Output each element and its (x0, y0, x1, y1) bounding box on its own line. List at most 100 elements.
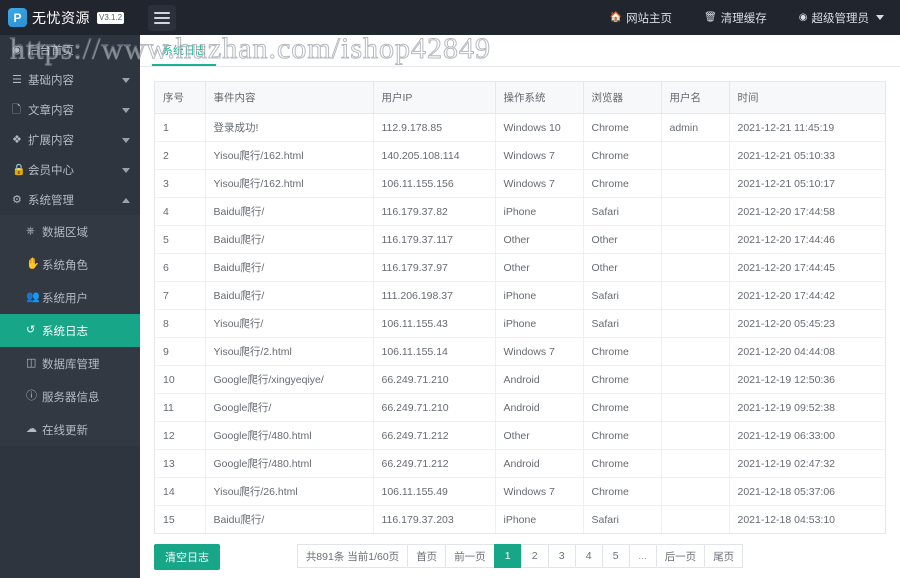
sidebar-item-article-content[interactable]: 🗋 文章内容 (0, 95, 140, 125)
sidebar-item-system-log[interactable]: ↺ 系统日志 (0, 314, 140, 347)
cell-index: 10 (155, 365, 206, 394)
chevron-up-icon (122, 197, 130, 203)
cell-username (661, 337, 730, 366)
cell-username (661, 225, 730, 254)
table-row: 10 Google爬行/xingyeqiye/66.249.71.210 Andro… (155, 365, 885, 394)
cell-event: Yisou爬行/2.html (205, 337, 374, 366)
user-circle-icon: ◉ (798, 11, 808, 23)
cell-event: Baidu爬行/ (205, 197, 374, 226)
pagination-page-4[interactable]: 4 (574, 544, 602, 568)
pagination-page-5[interactable]: 5 (601, 544, 629, 568)
chevron-down-icon (876, 15, 884, 20)
cell-os: Windows 10 (495, 113, 584, 142)
sidebar-item-database-management[interactable]: ◫ 数据库管理 (0, 347, 140, 380)
gear-icon: ⚙ (12, 193, 22, 206)
sidebar-submenu-system: ⎈ 数据区域 ✋ 系统角色 👥 系统用户 ↺ 系统日志 ◫ 数据库管理 ⓘ 服务… (0, 215, 140, 446)
cell-time: 2021-12-19 06:33:00 (729, 421, 885, 450)
sidebar-item-system-user[interactable]: 👥 系统用户 (0, 281, 140, 314)
sidebar-item-data-region[interactable]: ⎈ 数据区域 (0, 215, 140, 248)
table-row: 12 Google爬行/480.html 66.249.71.212 Other Chr… (155, 421, 885, 450)
cell-ip: 112.9.178.85 (373, 113, 496, 142)
users-icon: 👥 (26, 291, 40, 303)
sidebar-item-member-center[interactable]: 🔒 会员中心 (0, 155, 140, 185)
pagination-last[interactable]: 尾页 (704, 544, 744, 568)
cell-index: 12 (155, 421, 206, 450)
sidebar-item-basic-content[interactable]: ☰ 基础内容 (0, 65, 140, 95)
sidebar-item-extension-content[interactable]: ❖ 扩展内容 (0, 125, 140, 155)
cell-username (661, 169, 730, 198)
table-row: 14 Yisou爬行/26.html 106.11.155.49 Windows 7C… (155, 477, 885, 506)
cloud-icon: ☁ (26, 423, 37, 435)
sidebar-item-basic-content-label: 基础内容 (28, 75, 74, 87)
cell-ip: 116.179.37.97 (373, 253, 496, 282)
cell-index: 7 (155, 281, 206, 310)
pagination-next[interactable]: 后一页 (655, 544, 705, 568)
cell-browser: Chrome (583, 337, 662, 366)
brand-logo[interactable]: P 无忧资源 V3.1.2 (0, 0, 140, 35)
pagination-page-1[interactable]: 1 (493, 544, 521, 568)
cell-event: Yisou爬行/26.html (205, 477, 374, 506)
pagination-first[interactable]: 首页 (407, 544, 446, 568)
pagination-page-2[interactable]: 2 (520, 544, 548, 568)
topnav-item-clear-cache-label: 清理缓存 (720, 12, 767, 25)
sidebar-item-dashboard[interactable]: ◉ 后台首页 (0, 35, 140, 65)
topnav-item-account[interactable]: ◉ 超级管理员 (783, 0, 900, 35)
cell-os: Windows 7 (495, 337, 584, 366)
sidebar-item-online-update[interactable]: ☁ 在线更新 (0, 413, 140, 446)
cell-event: Baidu爬行/ (205, 225, 374, 254)
chevron-down-icon (122, 137, 130, 143)
table-row: 3 Yisou爬行/162.html 106.11.155.156 Windows 7… (155, 169, 885, 198)
table-row: 4 Baidu爬行/116.179.37.82 iPhone Safari 2021-1… (155, 197, 885, 226)
cell-time: 2021-12-20 17:44:45 (729, 253, 885, 282)
cell-event: Google爬行/ (205, 393, 374, 422)
topnav-item-clear-cache[interactable]: 🗑 清理缓存 (688, 0, 783, 35)
sidebar-item-online-update-label: 在线更新 (42, 424, 88, 437)
topnav-item-account-label: 超级管理员 (811, 12, 870, 25)
cell-ip: 116.179.37.117 (373, 225, 496, 254)
cell-ip: 111.206.198.37 (373, 281, 496, 310)
pagination-prev[interactable]: 前一页 (445, 544, 494, 568)
cell-time: 2021-12-20 17:44:46 (729, 225, 885, 254)
cell-index: 3 (155, 169, 206, 198)
tab-system-log[interactable]: 系统日志 (152, 42, 216, 66)
pagination-page-3[interactable]: 3 (547, 544, 575, 568)
dashboard-icon: ◉ (12, 43, 22, 56)
table-header-row: 序号 事件内容 用户IP 操作系统 浏览器 用户名 时间 (155, 82, 885, 114)
cell-username (661, 449, 730, 478)
column-header-time: 时间 (729, 82, 885, 114)
cell-browser: Chrome (583, 449, 662, 478)
log-table-panel: 序号 事件内容 用户IP 操作系统 浏览器 用户名 时间 1 登录成功! 112.9… (154, 81, 886, 534)
chevron-down-icon (122, 77, 130, 83)
hand-icon: ✋ (26, 258, 40, 270)
topnav-item-home[interactable]: 🏠 网站主页 (594, 0, 688, 35)
sidebar-item-system-management[interactable]: ⚙ 系统管理 (0, 185, 140, 215)
cell-ip: 66.249.71.210 (373, 365, 496, 394)
cell-browser: Safari (583, 309, 662, 338)
cell-time: 2021-12-20 17:44:42 (729, 281, 885, 310)
cell-os: iPhone (495, 505, 584, 533)
cell-index: 2 (155, 141, 206, 170)
cell-os: Windows 7 (495, 141, 584, 170)
table-row: 2 Yisou爬行/162.html 140.205.108.114 Windows … (155, 141, 885, 170)
cell-os: Other (495, 253, 584, 282)
cell-browser: Chrome (583, 141, 662, 170)
hamburger-icon[interactable] (148, 4, 176, 31)
cell-ip: 106.11.155.14 (373, 337, 496, 366)
sidebar: ◉ 后台首页 ☰ 基础内容 🗋 文章内容 ❖ 扩展内容 🔒 会员中心 ⚙ 系统管… (0, 35, 140, 578)
layers-icon: ☰ (12, 73, 22, 86)
puzzle-icon: ❖ (12, 133, 22, 146)
cell-browser: Other (583, 253, 662, 282)
cell-index: 11 (155, 393, 206, 422)
cell-event: Google爬行/480.html (205, 449, 374, 478)
column-header-browser: 浏览器 (583, 82, 662, 114)
column-header-event: 事件内容 (205, 82, 374, 114)
cell-username: admin (661, 113, 730, 142)
cell-event: Google爬行/480.html (205, 421, 374, 450)
table-row: 6 Baidu爬行/116.179.37.97 Other Other 2021-12-… (155, 253, 885, 282)
cell-os: Windows 7 (495, 169, 584, 198)
cell-time: 2021-12-19 02:47:32 (729, 449, 885, 478)
sidebar-item-database-management-label: 数据库管理 (42, 358, 100, 371)
cell-username (661, 477, 730, 506)
sidebar-item-system-role[interactable]: ✋ 系统角色 (0, 248, 140, 281)
sidebar-item-server-info[interactable]: ⓘ 服务器信息 (0, 380, 140, 413)
